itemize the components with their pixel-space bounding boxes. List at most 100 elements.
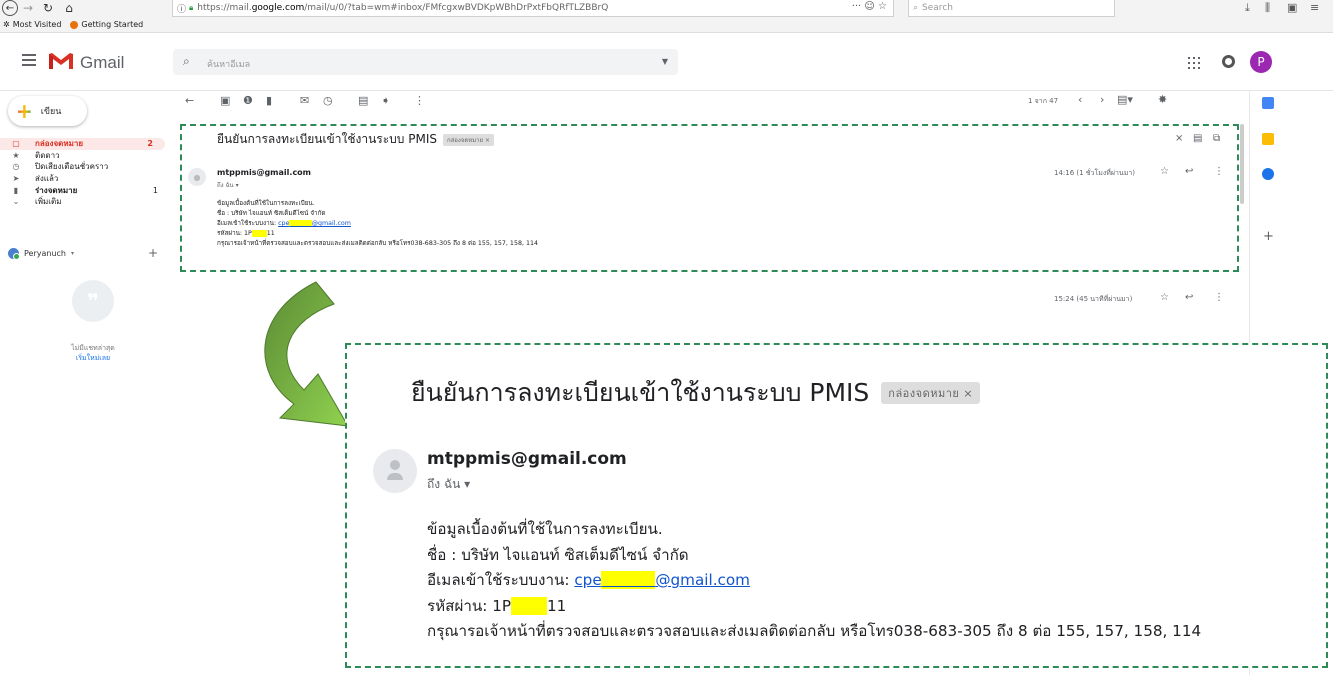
recipient[interactable]: ถึง ฉัน ▾ [427,475,470,494]
draft-icon: ▮ [13,185,19,195]
download-icon[interactable]: ⤓ [1245,1,1250,15]
body-line: กรุณารอเจ้าหน้าที่ตรวจสอบและตรวจสอบและส่… [427,622,1202,641]
url-domain: google.com [251,3,305,13]
url-rest: /mail/u/0/?tab=wm#inbox/FMfcgxwBVDKpWBhD… [304,3,609,13]
hangouts-account[interactable]: Peryanuch ▾ + [8,246,168,260]
sender-email-small[interactable]: mtppmis@gmail.com [217,168,311,177]
get-addons-icon[interactable]: + [1263,229,1274,244]
password-suffix: 11 [546,596,567,615]
second-message-time: 15:24 (45 นาทีที่ผ่านมา) [1054,295,1133,303]
search-icon[interactable]: ⌕ [183,54,190,69]
sidebar-toggle-icon[interactable]: ▣ [1287,1,1297,14]
report-spam-icon[interactable]: ❶ [243,94,253,107]
bookmark-most-visited[interactable]: ✲ Most Visited [3,20,61,29]
input-tools-icon[interactable]: ▤▾ [1117,93,1133,106]
body-line: กรุณารอเจ้าหน้าที่ตรวจสอบและตรวจสอบและส่… [217,240,538,247]
login-email-link[interactable]: cpexxxxxx@gmail.com [574,571,750,590]
gmail-logo-icon[interactable] [48,52,74,70]
back-arrow-icon[interactable]: ← [2,0,18,16]
label-icon[interactable]: ➧ [381,94,390,107]
body-line: ข้อมูลเบื้องต้นที่ใช้ในการลงทะเบียน. [427,520,663,538]
body-line: ข้อมูลเบื้องต้นที่ใช้ในการลงทะเบียน. [217,200,315,207]
star-icon[interactable]: ☆ [1160,166,1169,177]
chevron-down-icon: ⌄ [12,197,20,207]
sidebar-item-inbox[interactable]: ▢ กล่องจดหมาย 2 [0,138,165,150]
body-line: ชื่อ : บริษัท ไจแอนท์ ซิสเต็มดีไซน์ จำกั… [427,545,689,564]
login-email-link[interactable]: cpexxxxxx@gmail.com [278,220,351,227]
recipient-small[interactable]: ถึง ฉัน ▾ [217,180,239,190]
body-line-label: รหัสผ่าน: 1P [427,596,512,615]
keep-icon[interactable] [1262,133,1274,145]
hamburger-menu-icon[interactable]: ≡ [1310,1,1319,14]
move-to-icon[interactable]: ▤ [358,94,368,107]
reply-icon[interactable]: ↩ [1185,166,1193,177]
reply-icon[interactable]: ↩ [1185,292,1193,303]
sidebar-item-starred[interactable]: ★ ติดดาว [0,150,170,162]
url-bar[interactable]: ⓘ 🔒︎ https://mail. google.com/mail/u/0/?t… [172,0,894,17]
chevron-down-icon[interactable]: ▾ [71,250,74,257]
body-line-label: รหัสผ่าน: 1P [217,230,252,237]
expand-all-icon[interactable]: ⨯ [1175,133,1183,144]
mark-unread-icon[interactable]: ✉ [300,94,309,107]
mail-search-input[interactable]: ⌕ ค้นหาอีเมล ▼ [173,49,678,75]
add-chat-icon[interactable]: + [148,246,158,260]
archive-icon[interactable]: ▣ [220,94,230,107]
email-subject-zoom: ยืนยันการลงทะเบียนเข้าใช้งานระบบ PMIS กล… [411,373,981,413]
apps-grid-icon[interactable] [1188,57,1200,69]
plus-icon: + [16,99,33,123]
settings-gear-icon[interactable]: ✸ [1158,93,1167,106]
more-vert-icon[interactable]: ⋮ [1214,292,1224,303]
scrollbar[interactable] [1240,124,1244,204]
library-icon[interactable]: ⫼ [1265,1,1270,15]
compose-label: เขียน [40,107,62,117]
inbox-label-chip[interactable]: กล่องจดหมาย × [881,382,981,404]
account-ring-icon[interactable] [1222,55,1235,68]
gear-icon: ✲ [3,20,10,29]
snooze-icon[interactable]: ◷ [323,94,333,107]
clock-icon: ◷ [12,162,20,172]
lock-icon: 🔒︎ [189,3,194,12]
more-vert-icon[interactable]: ⋮ [1214,166,1224,177]
browser-search-placeholder: Search [922,3,953,13]
forward-arrow-icon[interactable]: → [22,0,34,16]
delete-icon[interactable]: ▮ [266,94,272,107]
search-options-caret-icon[interactable]: ▼ [662,57,668,66]
sidebar-item-sent[interactable]: ➤ ส่งแล้ว [0,173,170,185]
star-icon[interactable]: ☆ [1160,292,1169,303]
redacted-email-part: xxxxxx [601,571,656,590]
avatar[interactable]: P [1250,51,1272,73]
print-icon[interactable]: ▤ [1193,133,1202,144]
sidebar-item-more[interactable]: ⌄ เพิ่มเติม [0,196,170,208]
back-to-inbox-icon[interactable]: ← [185,94,194,107]
page-actions[interactable]: ··· ☺ ☆ [852,1,887,12]
gmail-header: Gmail ⌕ ค้นหาอีเมล ▼ P [0,33,1333,91]
reload-icon[interactable]: ↻ [41,0,55,16]
browser-search-input[interactable]: ⌕ Search [908,0,1115,17]
open-new-window-icon[interactable]: ⧉ [1213,133,1220,144]
compose-button[interactable]: + เขียน [8,96,87,126]
star-icon: ★ [12,150,20,160]
browser-toolbar: ← → ↻ ⌂ ⓘ 🔒︎ https://mail. google.com/mai… [0,0,1333,17]
search-icon: ⌕ [913,3,919,13]
sidebar-item-drafts[interactable]: ▮ ร่างจดหมาย 1 [0,184,170,196]
newer-chevron-icon[interactable]: ‹ [1078,93,1082,106]
start-new-chat-link[interactable]: เริ่มใหม่เลย [40,353,146,364]
account-name: Peryanuch [24,248,66,258]
main-menu-icon[interactable] [22,54,36,66]
more-vert-icon[interactable]: ⋮ [414,94,425,107]
email-part: @gmail.com [311,220,351,227]
inbox-icon: ▢ [12,139,20,149]
inbox-label-chip[interactable]: กล่องจดหมาย × [442,133,494,146]
calendar-icon[interactable] [1262,97,1274,109]
tasks-icon[interactable] [1262,168,1274,180]
home-icon[interactable]: ⌂ [62,0,76,16]
sidebar-item-snoozed[interactable]: ◷ ปิดเสียงเตือนชั่วคราว [0,161,170,173]
mail-search-placeholder: ค้นหาอีเมล [207,60,251,70]
sender-avatar [373,449,417,493]
sender-avatar-small: ● [188,168,206,186]
sender-email[interactable]: mtppmis@gmail.com [427,449,627,469]
bookmark-getting-started[interactable]: Getting Started [70,20,143,29]
redacted-password-part: xxxx [251,230,267,237]
older-chevron-icon[interactable]: › [1100,93,1104,106]
bookmarks-bar: ✲ Most Visited Getting Started [0,17,1333,33]
